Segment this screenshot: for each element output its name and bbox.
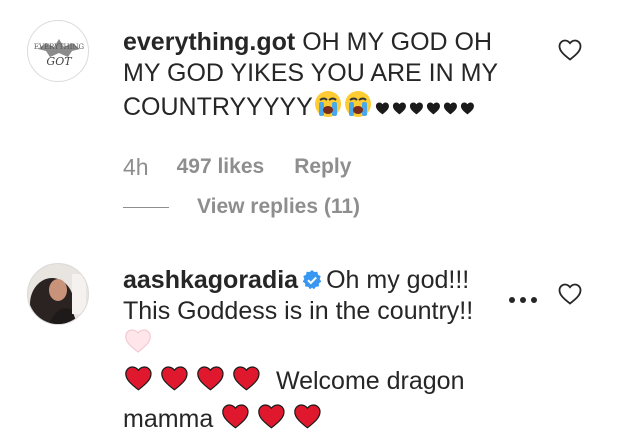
red-hearts-emoji-icon — [123, 363, 269, 401]
pale-heart-emoji-icon — [123, 327, 153, 363]
more-options-icon[interactable] — [508, 291, 538, 309]
loudly-crying-face-emoji-icon — [313, 89, 343, 127]
timestamp[interactable]: 4h — [123, 154, 149, 181]
black-hearts-emoji-icon — [373, 96, 481, 127]
loudly-crying-face-emoji-icon — [343, 89, 373, 127]
verified-badge-icon — [302, 267, 322, 290]
like-comment-heart-icon[interactable] — [558, 38, 582, 67]
divider-line — [123, 206, 169, 208]
reply-button[interactable]: Reply — [294, 155, 351, 179]
avatar-aashkagoradia[interactable] — [27, 263, 89, 325]
comment-text: aashkagoradia Oh my god!!! This Goddess … — [123, 265, 503, 439]
profile-photo — [28, 264, 88, 324]
view-replies-button[interactable]: View replies (11) — [123, 195, 360, 219]
avatar-everything-got[interactable]: EVERYTHING GOT — [27, 20, 89, 82]
username[interactable]: aashkagoradia — [123, 266, 298, 294]
username[interactable]: everything.got — [123, 28, 295, 56]
svg-text:EVERYTHING: EVERYTHING — [34, 43, 85, 51]
svg-text:GOT: GOT — [46, 55, 73, 68]
red-hearts-emoji-icon — [220, 401, 328, 439]
likes-count[interactable]: 497 likes — [177, 155, 265, 179]
got-logo-icon: EVERYTHING GOT — [34, 39, 85, 68]
like-comment-heart-icon[interactable] — [558, 282, 582, 311]
view-replies-label: View replies (11) — [197, 195, 361, 218]
comment-meta: 4h 497 likes Reply — [123, 152, 351, 182]
comment-text: everything.got OH MY GOD OH MY GOD YIKES… — [123, 27, 523, 127]
